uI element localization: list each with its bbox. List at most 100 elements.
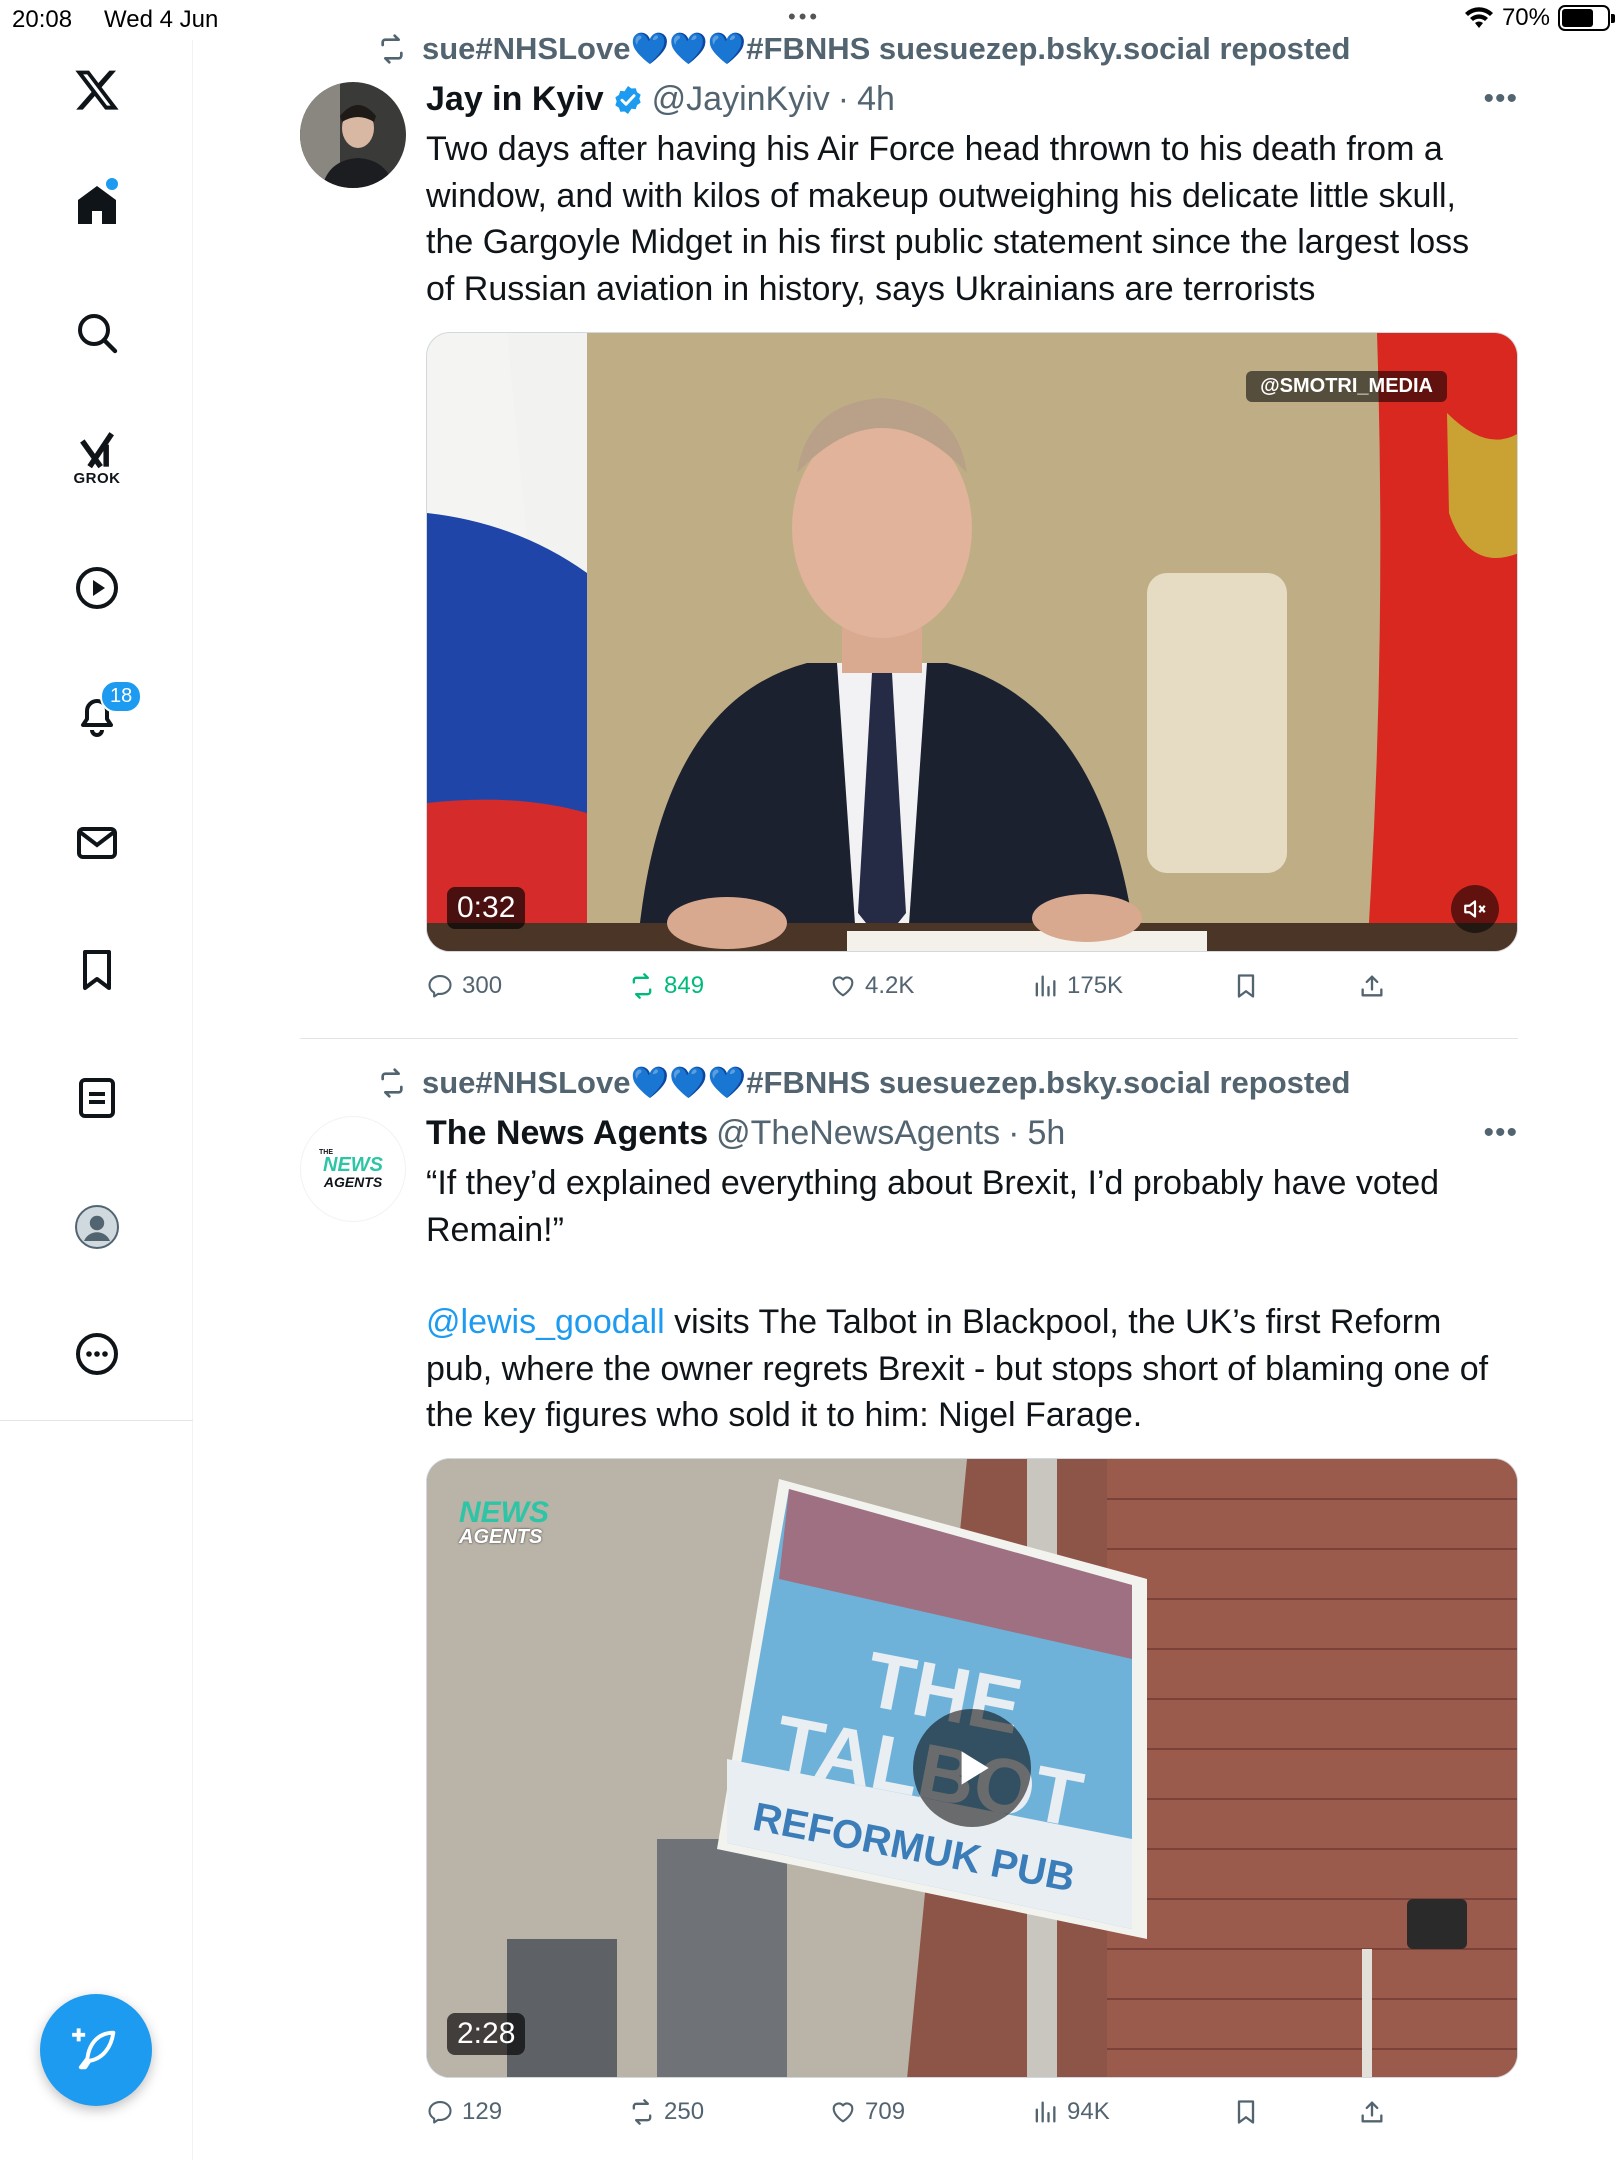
like-button[interactable]: 4.2K	[829, 972, 914, 1000]
reply-count: 129	[462, 2098, 503, 2125]
bookmark-button[interactable]	[1232, 972, 1260, 1000]
envelope-icon	[77, 827, 117, 859]
feather-plus-icon	[72, 2028, 116, 2070]
x-logo[interactable]	[62, 55, 132, 125]
sidebar-item-bookmarks[interactable]	[62, 935, 132, 1005]
bookmark-icon	[1237, 2100, 1255, 2124]
sidebar-item-notifications[interactable]: 18	[62, 680, 143, 750]
like-count: 709	[865, 2098, 906, 2125]
mute-button[interactable]	[1451, 885, 1499, 933]
repost-rest: #FBNHS suesuezep.bsky.social reposted	[746, 31, 1351, 66]
like-button[interactable]: 709	[829, 2098, 905, 2126]
grok-label: GROK	[73, 469, 121, 487]
sidebar-item-grok[interactable]: GROK	[62, 423, 132, 493]
post-jay-in-kyiv[interactable]: sue#NHSLove💙💙💙#FBNHS suesuezep.bsky.soci…	[300, 30, 1518, 1040]
post-header: Jay in Kyiv @JayinKyiv · 4h	[426, 80, 895, 119]
author-name[interactable]: Jay in Kyiv	[426, 80, 604, 119]
repost-user[interactable]: sue#NHSLove	[422, 1065, 630, 1100]
repost-user[interactable]: sue#NHSLove	[422, 31, 630, 66]
post-more-button[interactable]: •••	[1483, 82, 1518, 116]
share-icon	[1361, 975, 1383, 997]
reply-icon	[428, 975, 452, 998]
bookmark-icon	[1237, 974, 1255, 998]
verified-badge-icon	[614, 85, 641, 114]
views-count: 175K	[1067, 972, 1124, 999]
sidebar-item-home[interactable]	[62, 170, 132, 240]
repost-attribution: sue#NHSLove💙💙💙#FBNHS suesuezep.bsky.soci…	[376, 30, 1350, 67]
author-avatar[interactable]: THE NEWS AGENTS	[300, 1116, 406, 1222]
x-logo-icon	[75, 70, 119, 110]
profile-avatar-icon	[75, 1205, 119, 1249]
play-circle-icon	[76, 567, 118, 609]
heart-icon	[832, 976, 854, 997]
multitasking-dots-icon[interactable]: •••	[788, 4, 820, 30]
repost-icon	[381, 1067, 403, 1098]
wifi-icon	[1464, 7, 1493, 28]
author-name[interactable]: The News Agents	[426, 1114, 708, 1153]
avatar-logo-bottom: AGENTS	[323, 1173, 383, 1190]
post-actions: 129 250 709 94K	[426, 2098, 1426, 2138]
sidebar-item-profile[interactable]	[62, 1192, 132, 1262]
author-handle[interactable]: @JayinKyiv	[652, 80, 830, 119]
video-logo-top: NEWS	[459, 1496, 549, 1529]
repost-count: 250	[664, 2098, 705, 2125]
like-count: 4.2K	[865, 972, 915, 999]
repost-count: 849	[664, 972, 705, 999]
repost-icon	[632, 2099, 652, 2125]
author-handle[interactable]: @TheNewsAgents	[716, 1114, 1000, 1153]
play-button[interactable]	[913, 1709, 1031, 1827]
notifications-badge: 18	[100, 680, 143, 713]
battery-percent: 70%	[1501, 4, 1550, 31]
post-age[interactable]: 5h	[1027, 1114, 1065, 1153]
video-duration: 0:32	[447, 887, 526, 929]
repost-hearts: 💙💙💙	[630, 31, 747, 66]
author-avatar[interactable]	[300, 82, 406, 188]
repost-icon	[381, 33, 403, 64]
reply-icon	[428, 2101, 452, 2124]
sidebar-item-video[interactable]	[62, 553, 132, 623]
grok-icon	[80, 431, 114, 468]
speaker-muted-icon	[1464, 900, 1486, 918]
views-button[interactable]: 175K	[1031, 972, 1123, 1000]
search-icon	[78, 314, 118, 354]
repost-button[interactable]: 849	[628, 972, 704, 1000]
views-button[interactable]: 94K	[1031, 2098, 1110, 2126]
post-the-news-agents[interactable]: sue#NHSLove💙💙💙#FBNHS suesuezep.bsky.soci…	[300, 1064, 1518, 2160]
status-time: 20:08	[12, 6, 73, 33]
views-count: 94K	[1067, 2098, 1110, 2125]
share-button[interactable]	[1358, 2098, 1386, 2126]
video-logo-bottom: AGENTS	[459, 1526, 543, 1548]
video-duration: 2:28	[447, 2013, 526, 2055]
video-watermark: @SMOTRI_MEDIA	[1246, 371, 1447, 402]
repost-rest: #FBNHS suesuezep.bsky.social reposted	[746, 1065, 1351, 1100]
post-text-body: @lewis_goodall visits The Talbot in Blac…	[426, 1299, 1506, 1439]
post-age[interactable]: 4h	[857, 80, 895, 119]
post-text-quote: “If they’d explained everything about Br…	[426, 1164, 1440, 1249]
bookmark-button[interactable]	[1232, 2098, 1260, 2126]
post-header: The News Agents @TheNewsAgents · 5h	[426, 1114, 1066, 1153]
sidebar-item-lists[interactable]	[62, 1063, 132, 1133]
post-video[interactable]: @SMOTRI_MEDIA 0:32	[426, 332, 1518, 952]
post-more-button[interactable]: •••	[1483, 1116, 1518, 1150]
post-actions: 300 849 4.2K 175K	[426, 972, 1426, 1012]
compose-button[interactable]	[40, 1994, 152, 2106]
share-button[interactable]	[1358, 972, 1386, 1000]
play-icon	[961, 1751, 989, 1785]
more-circle-icon	[76, 1333, 118, 1375]
battery-icon	[1558, 5, 1615, 31]
repost-icon	[632, 973, 652, 999]
post-video[interactable]: NEWS AGENTS THE TALBOT REFORMUK PUB 2:28	[426, 1458, 1518, 2078]
sidebar-item-search[interactable]	[62, 298, 132, 368]
reply-button[interactable]: 129	[426, 2098, 502, 2126]
sidebar-item-more[interactable]	[62, 1319, 132, 1389]
reply-button[interactable]: 300	[426, 972, 502, 1000]
mention-link[interactable]: @lewis_goodall	[426, 1303, 665, 1341]
reply-count: 300	[462, 972, 503, 999]
video-thumbnail	[427, 333, 1517, 951]
share-icon	[1361, 2101, 1383, 2123]
repost-button[interactable]: 250	[628, 2098, 704, 2126]
sidebar-item-messages[interactable]	[62, 808, 132, 878]
sidebar: GROK 18	[0, 40, 193, 2160]
bookmark-icon	[83, 950, 111, 990]
bar-chart-icon	[1035, 2101, 1056, 2123]
